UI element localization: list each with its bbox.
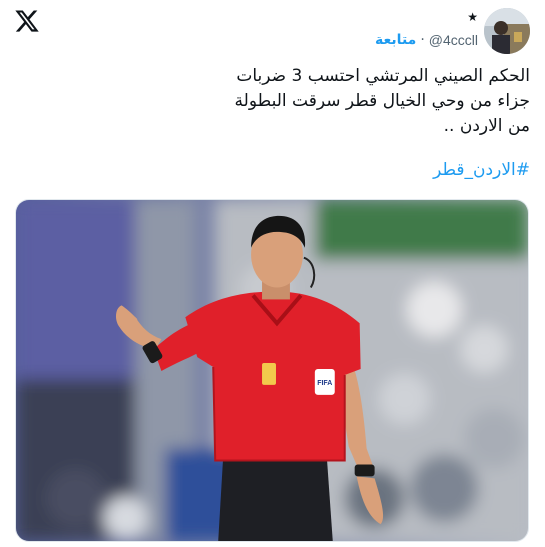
separator-dot: · [420,32,425,48]
fifa-badge-text: FIFA [317,380,332,387]
star-icon: ★ [467,10,478,24]
avatar[interactable] [484,8,530,54]
tweet-text-line: جزاء من وحي الخيال قطر سرقت البطولة [234,91,530,111]
follow-button[interactable]: متابعة [375,32,416,48]
tweet-text-line: الحكم الصيني المرتشي احتسب 3 ضربات [236,66,530,86]
referee-photo: FIFA [16,200,528,541]
x-logo-icon[interactable] [14,8,40,34]
tweet-text: الحكم الصيني المرتشي احتسب 3 ضربات جزاء … [20,64,530,139]
hashtag-link[interactable]: #الاردن_قطر [433,160,530,180]
tweet-photo[interactable]: FIFA [15,199,529,542]
tweet-text-line: من الاردن .. [443,116,530,136]
tweet-card: ★ @4cccll · متابعة الحكم الصيني المرتشي … [0,0,545,547]
author-handle[interactable]: @4cccll [429,32,478,48]
author-row: @4cccll · متابعة [375,32,478,48]
